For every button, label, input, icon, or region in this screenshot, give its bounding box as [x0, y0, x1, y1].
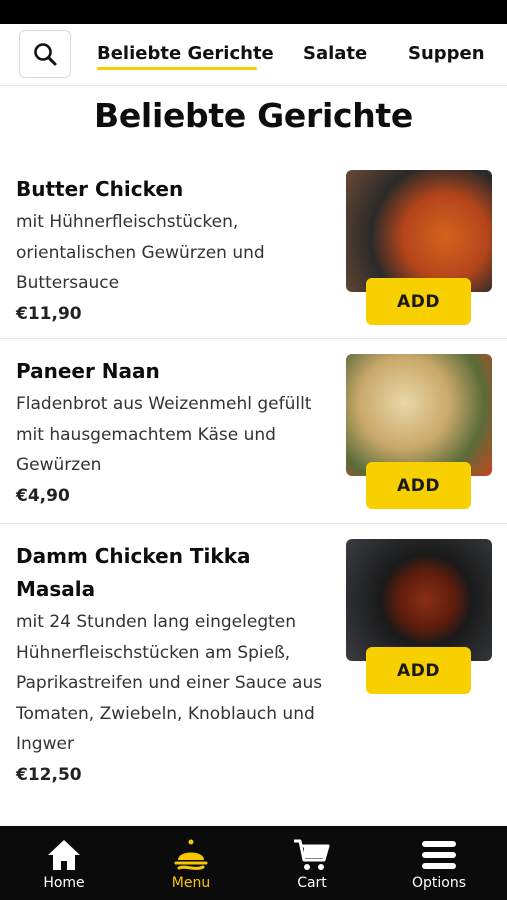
- item-description: mit 24 Stunden lang eingelegten Hühnerfl…: [16, 612, 323, 754]
- nav-home[interactable]: Home: [1, 826, 127, 900]
- tab-salate[interactable]: Salate: [303, 43, 367, 64]
- menu-item: Damm Chicken Tikka Masala mit 24 Stunden…: [0, 524, 507, 824]
- item-image: [346, 354, 492, 476]
- add-button[interactable]: ADD: [366, 647, 471, 694]
- add-button[interactable]: ADD: [366, 278, 471, 325]
- nav-options[interactable]: Options: [376, 826, 502, 900]
- tab-beliebte-gerichte[interactable]: Beliebte Gerichte: [97, 43, 274, 64]
- active-tab-indicator: [97, 67, 257, 70]
- nav-label: Menu: [171, 875, 211, 891]
- item-price: €11,90: [16, 303, 82, 324]
- item-price: €12,50: [16, 764, 82, 785]
- item-name: Paneer Naan: [16, 359, 160, 383]
- nav-label: Options: [411, 875, 467, 891]
- item-description: mit Hühnerfleischstücken, orientalischen…: [16, 212, 265, 293]
- menu-item: Paneer Naan Fladenbrot aus Weizenmehl ge…: [0, 339, 507, 523]
- tab-suppen[interactable]: Suppen: [408, 43, 485, 64]
- item-description: Fladenbrot aus Weizenmehl gefüllt mit ha…: [16, 394, 312, 475]
- page-title: Beliebte Gerichte: [94, 96, 413, 135]
- menu-item: Butter Chicken mit Hühnerfleischstücken,…: [0, 170, 507, 338]
- nav-menu[interactable]: Menu: [128, 826, 254, 900]
- search-button[interactable]: [19, 30, 71, 78]
- search-icon: [34, 43, 57, 66]
- item-price: €4,90: [16, 485, 70, 506]
- item-image: [346, 170, 492, 292]
- item-name: Butter Chicken: [16, 177, 184, 201]
- add-button[interactable]: ADD: [366, 462, 471, 509]
- item-image: [346, 539, 492, 661]
- cart-icon: [294, 839, 330, 870]
- item-name: Damm Chicken Tikka Masala: [16, 544, 251, 601]
- nav-label: Home: [43, 875, 85, 891]
- category-tab-bar: Beliebte Gerichte Salate Suppen: [0, 24, 507, 86]
- bottom-navigation: Home Menu Cart Options: [0, 826, 507, 900]
- nav-label: Cart: [297, 875, 327, 891]
- status-bar: [0, 0, 507, 24]
- options-icon: [422, 841, 456, 869]
- home-icon: [48, 840, 80, 870]
- menu-bell-icon: [174, 839, 208, 870]
- nav-cart[interactable]: Cart: [249, 826, 375, 900]
